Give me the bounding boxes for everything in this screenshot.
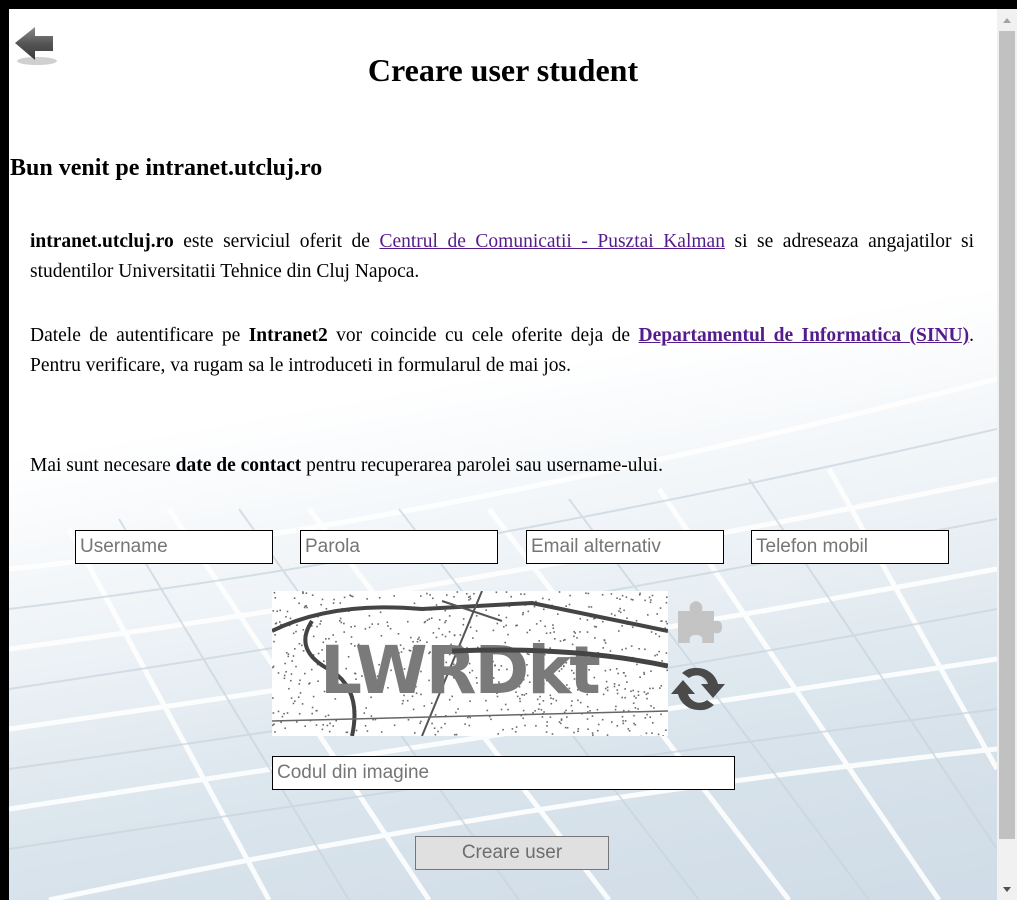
auth-text: Datele de autentificare pe — [30, 325, 249, 346]
contact-paragraph: Mai sunt necesare date de contact pentru… — [30, 451, 974, 481]
username-input[interactable] — [75, 530, 273, 564]
captcha-image: LWRDkt — [272, 591, 668, 736]
scroll-up-arrow-icon[interactable] — [997, 9, 1017, 29]
contact-text: Mai sunt necesare — [30, 455, 176, 476]
intro-text: este serviciul oferit de — [173, 231, 380, 252]
scrollbar-thumb[interactable] — [999, 31, 1015, 839]
authentication-paragraph: Datele de autentificare pe Intranet2 vor… — [30, 321, 974, 381]
scrollbar[interactable] — [997, 9, 1017, 900]
create-user-button[interactable]: Creare user — [415, 836, 609, 870]
sinu-department-link[interactable]: Departamentul de Informatica (SINU) — [638, 325, 969, 346]
password-input[interactable] — [300, 530, 498, 564]
page-title: Creare user student — [367, 52, 639, 88]
scroll-down-arrow-icon[interactable] — [997, 880, 1017, 900]
page-content: Creare user student Bun venit pe intrane… — [9, 9, 997, 900]
intro-paragraph: intranet.utcluj.ro este serviciul oferit… — [30, 227, 974, 287]
captcha-code-input[interactable] — [272, 756, 735, 790]
captcha-text: LWRDkt — [320, 632, 600, 709]
communication-center-link[interactable]: Centrul de Comunicatii - Pusztai Kalman — [379, 231, 725, 252]
alternate-email-input[interactable] — [526, 530, 724, 564]
contact-text-end: pentru recuperarea parolei sau username-… — [301, 455, 663, 476]
mobile-phone-input[interactable] — [751, 530, 949, 564]
contact-data-text: date de contact — [175, 455, 302, 476]
refresh-icon[interactable] — [669, 660, 727, 718]
welcome-heading: Bun venit pe intranet.utcluj.ro — [10, 155, 323, 181]
site-name-text: intranet.utcluj.ro — [30, 231, 174, 252]
intranet2-text: Intranet2 — [248, 325, 328, 346]
auth-text-middle: vor coincide cu cele oferite deja de — [327, 325, 639, 346]
puzzle-icon[interactable] — [672, 595, 724, 647]
browser-frame: Creare user student Bun venit pe intrane… — [9, 9, 1017, 900]
